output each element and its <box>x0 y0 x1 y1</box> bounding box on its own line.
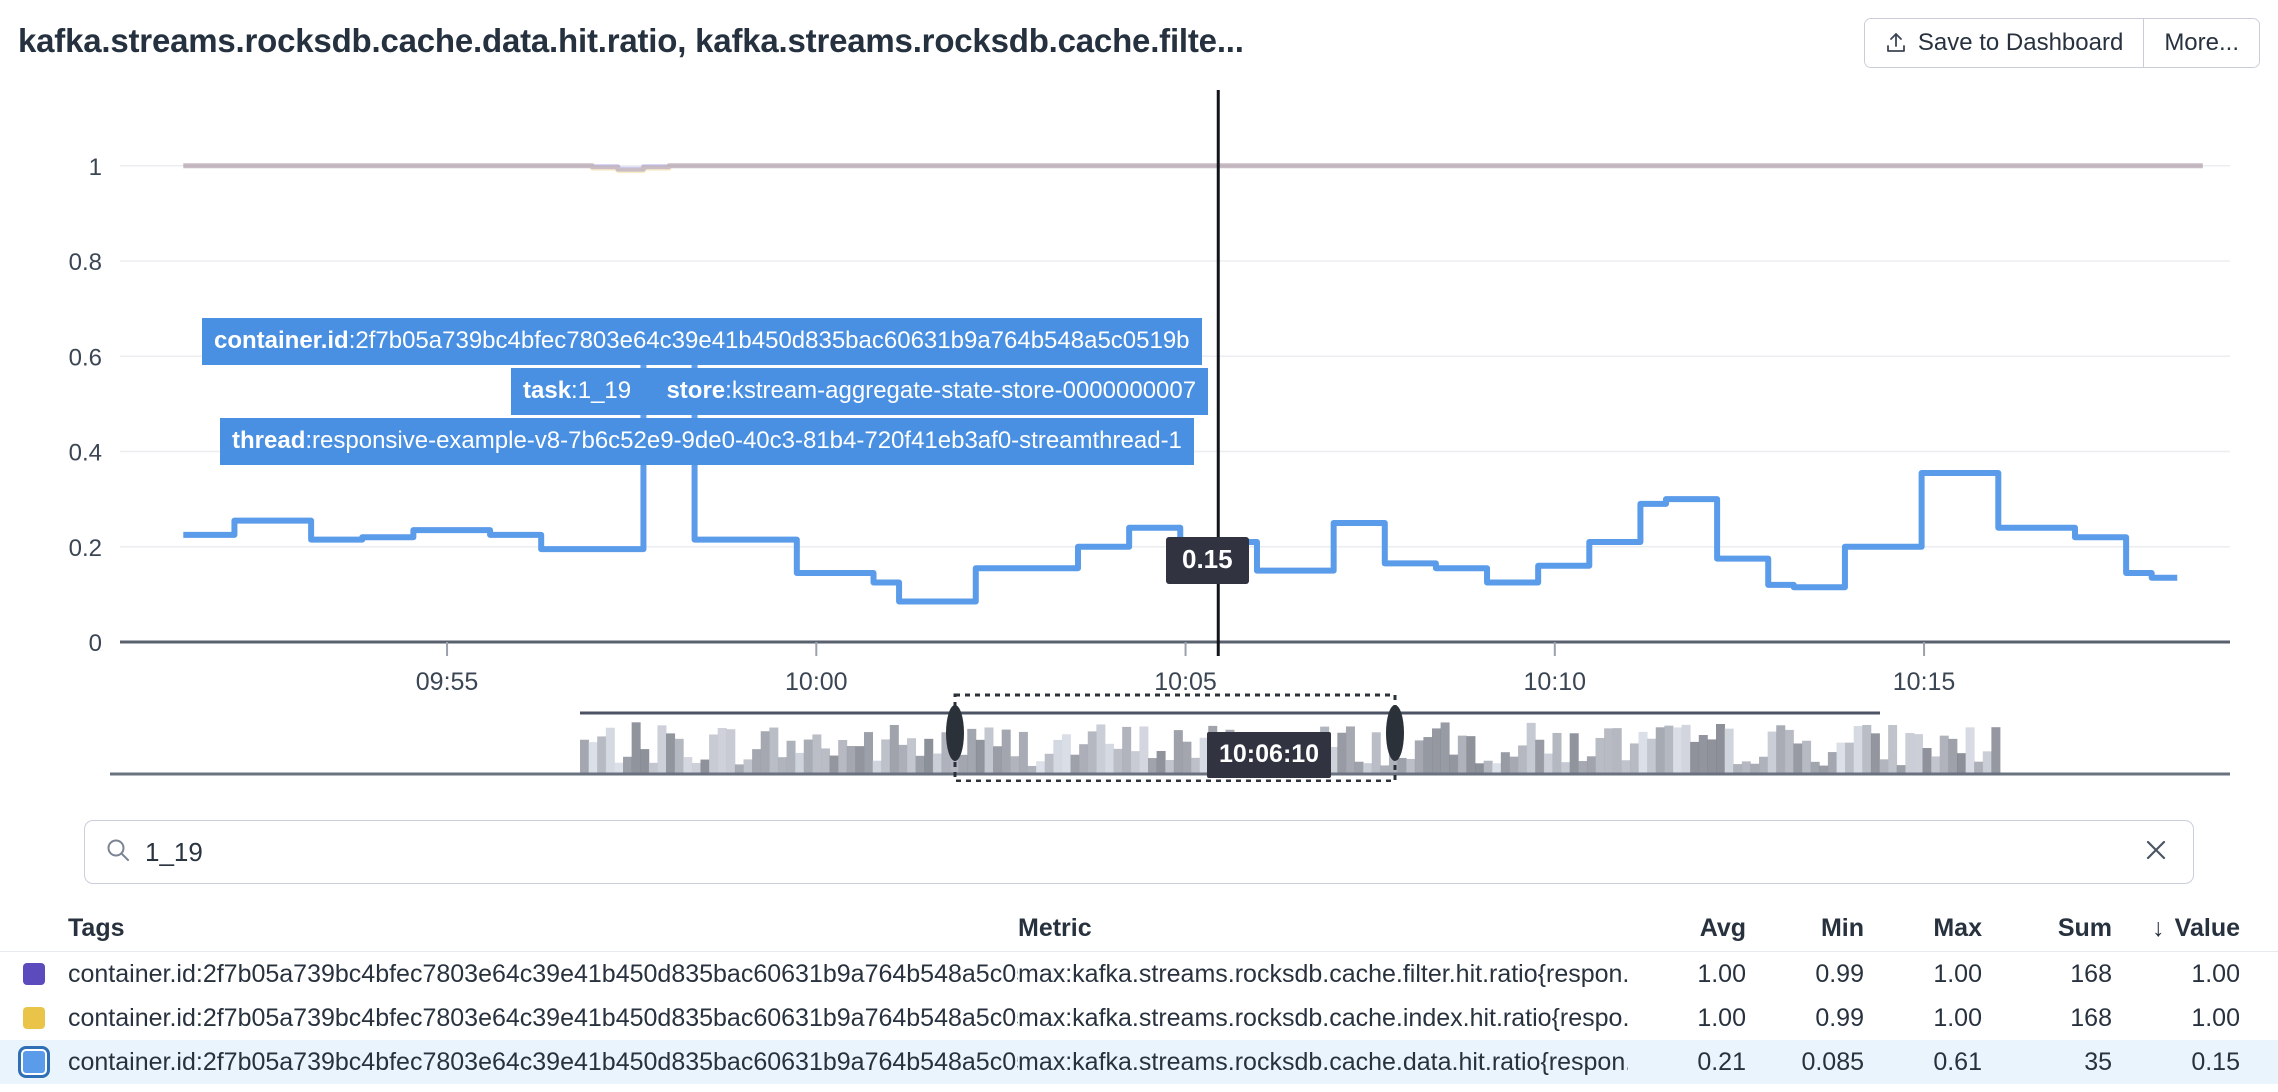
color-swatch-icon <box>21 1049 47 1075</box>
svg-text:0.6: 0.6 <box>69 344 102 371</box>
series-color-swatch[interactable] <box>0 1007 68 1029</box>
table-row[interactable]: container.id:2f7b05a739bc4bfec7803e64c39… <box>0 1040 2278 1084</box>
table-cell-sum: 35 <box>2084 1047 2112 1076</box>
chart-y-axis-labels: 0 0.2 0.4 0.6 0.8 1 <box>69 154 102 657</box>
svg-text:10:15: 10:15 <box>1893 668 1956 696</box>
table-cell-metric: max:kafka.streams.rocksdb.cache.filter.h… <box>1018 959 1628 988</box>
tooltip-store-value: kstream-aggregate-state-store-0000000007 <box>731 377 1197 404</box>
series-color-swatch[interactable] <box>0 1049 68 1075</box>
svg-text:0.8: 0.8 <box>69 249 102 276</box>
series-tooltip-line-2: task:1_19 store:kstream-aggregate-state-… <box>511 368 1209 415</box>
series-color-swatch[interactable] <box>0 963 68 985</box>
svg-text:10:00: 10:00 <box>785 668 848 696</box>
tooltip-thread-label: thread <box>232 427 306 454</box>
table-header-tags[interactable]: Tags <box>68 914 1018 943</box>
page-header: kafka.streams.rocksdb.cache.data.hit.rat… <box>0 0 2278 82</box>
more-button[interactable]: More... <box>2143 19 2259 67</box>
series-table: Tags Metric Avg Min Max Sum ↓ Value conta… <box>0 906 2278 1084</box>
table-body: container.id:2f7b05a739bc4bfec7803e64c39… <box>0 952 2278 1084</box>
table-cell-avg: 0.21 <box>1697 1047 1746 1076</box>
close-icon[interactable] <box>2141 835 2193 870</box>
chart-minimap <box>110 693 2230 782</box>
header-actions: Save to Dashboard More... <box>1863 18 2260 68</box>
crosshair-value-badge: 0.15 <box>1166 537 1249 584</box>
table-cell-sum: 168 <box>2070 959 2112 988</box>
color-swatch-icon <box>23 963 45 985</box>
color-swatch-icon <box>23 1007 45 1029</box>
table-cell-value: 0.15 <box>2191 1047 2240 1076</box>
table-cell-tags: container.id:2f7b05a739bc4bfec7803e64c39… <box>68 1047 1018 1076</box>
tooltip-thread-value: responsive-example-v8-7b6c52e9-9de0-40c3… <box>312 427 1182 454</box>
tooltip-store-label: store <box>666 377 726 404</box>
table-cell-avg: 1.00 <box>1697 959 1746 988</box>
table-header-min[interactable]: Min <box>1746 914 1864 943</box>
table-cell-metric: max:kafka.streams.rocksdb.cache.data.hit… <box>1018 1047 1628 1076</box>
table-header-value[interactable]: ↓ Value <box>2112 914 2262 943</box>
svg-text:0: 0 <box>89 630 102 657</box>
search-bar[interactable] <box>84 820 2194 884</box>
svg-text:0.2: 0.2 <box>69 535 102 562</box>
table-header-value-label: Value <box>2174 914 2240 942</box>
table-header-metric[interactable]: Metric <box>1018 914 1628 943</box>
table-header-avg[interactable]: Avg <box>1628 914 1746 943</box>
tooltip-container-id-label: container.id <box>214 327 349 354</box>
save-to-dashboard-label: Save to Dashboard <box>1917 29 2124 56</box>
tooltip-task-value: 1_19 <box>577 377 632 404</box>
svg-text:0.4: 0.4 <box>69 440 102 467</box>
chart-x-axis-labels: 09:55 10:00 10:05 10:10 10:15 <box>416 668 1956 696</box>
table-cell-min: 0.085 <box>1801 1047 1864 1076</box>
table-cell-max: 0.61 <box>1933 1047 1982 1076</box>
series-tooltip-line-1: container.id:2f7b05a739bc4bfec7803e64c39… <box>202 318 1202 365</box>
table-header-sum[interactable]: Sum <box>1982 914 2112 943</box>
search-input[interactable] <box>131 836 2141 868</box>
svg-text:09:55: 09:55 <box>416 668 479 696</box>
series-tooltip-line-3: thread:responsive-example-v8-7b6c52e9-9d… <box>220 418 1194 465</box>
table-cell-value: 1.00 <box>2191 1003 2240 1032</box>
more-button-label: More... <box>2164 29 2239 56</box>
tooltip-container-id-value: 2f7b05a739bc4bfec7803e64c39e41b450d835ba… <box>355 327 1190 354</box>
table-row[interactable]: container.id:2f7b05a739bc4bfec7803e64c39… <box>0 952 2278 996</box>
svg-text:1: 1 <box>89 154 102 181</box>
table-cell-min: 0.99 <box>1815 959 1864 988</box>
save-to-dashboard-button[interactable]: Save to Dashboard <box>1864 19 2144 67</box>
table-header-row: Tags Metric Avg Min Max Sum ↓ Value <box>0 906 2278 952</box>
search-icon <box>85 837 131 868</box>
table-cell-min: 0.99 <box>1815 1003 1864 1032</box>
table-cell-tags: container.id:2f7b05a739bc4bfec7803e64c39… <box>68 959 1018 988</box>
table-cell-sum: 168 <box>2070 1003 2112 1032</box>
table-cell-tags: container.id:2f7b05a739bc4bfec7803e64c39… <box>68 1003 1018 1032</box>
table-cell-value: 1.00 <box>2191 959 2240 988</box>
upload-icon <box>1885 31 1907 55</box>
svg-text:10:05: 10:05 <box>1154 668 1217 696</box>
svg-text:10:10: 10:10 <box>1524 668 1587 696</box>
sort-desc-icon: ↓ <box>2152 914 2165 942</box>
table-row[interactable]: container.id:2f7b05a739bc4bfec7803e64c39… <box>0 996 2278 1040</box>
timeseries-chart[interactable]: 0 0.2 0.4 0.6 0.8 1 09:55 10:00 10:05 10:10 10:15… <box>0 82 2278 782</box>
table-cell-max: 1.00 <box>1933 959 1982 988</box>
table-header-max[interactable]: Max <box>1864 914 1982 943</box>
table-cell-metric: max:kafka.streams.rocksdb.cache.index.hi… <box>1018 1003 1628 1032</box>
table-cell-max: 1.00 <box>1933 1003 1982 1032</box>
crosshair-time-badge: 10:06:10 <box>1207 732 1332 778</box>
table-cell-avg: 1.00 <box>1697 1003 1746 1032</box>
tooltip-task-label: task <box>523 377 572 404</box>
chart-x-axis <box>120 640 2230 656</box>
page-title: kafka.streams.rocksdb.cache.data.hit.rat… <box>18 22 1244 59</box>
